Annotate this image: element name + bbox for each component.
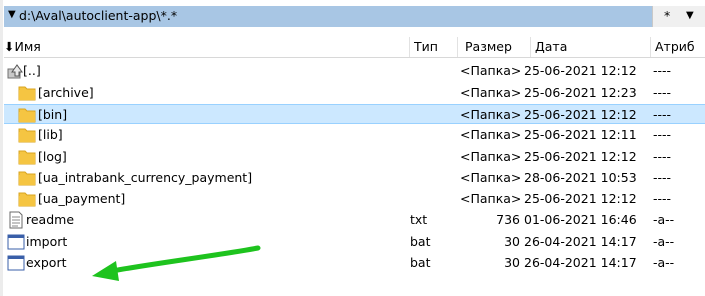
annotation-arrow xyxy=(92,245,261,281)
